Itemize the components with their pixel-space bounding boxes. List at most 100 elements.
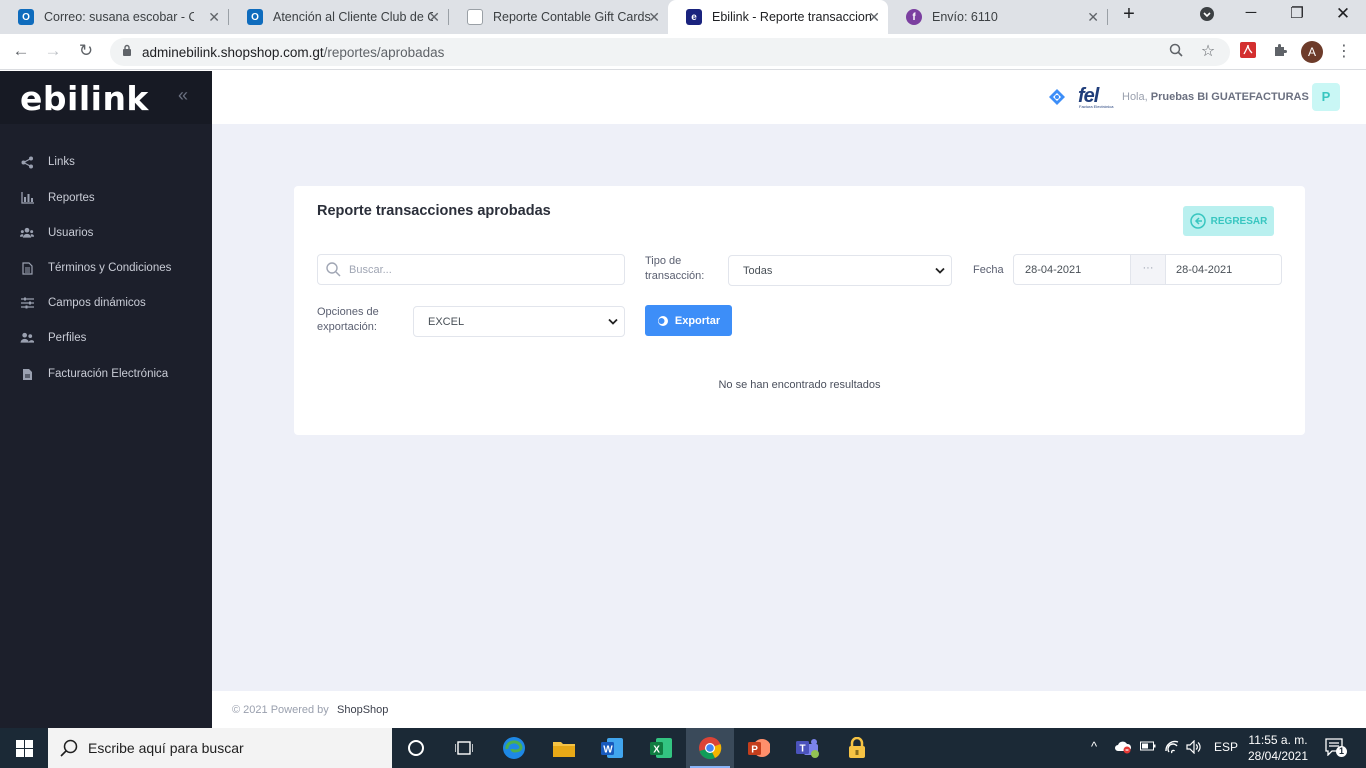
main-content: Reporte transacciones aprobadas REGRESAR… [212, 124, 1366, 691]
collapse-sidebar-icon[interactable]: « [178, 85, 188, 106]
browser-tab-ebilink[interactable]: e Ebilink - Reporte transacciones ✕ [668, 0, 888, 34]
chevron-down-icon [608, 318, 618, 325]
ebilink-logo[interactable]: ebilink [20, 79, 149, 118]
address-bar[interactable]: adminebilink.shopshop.com.gt/reportes/ap… [110, 38, 1230, 66]
ebilink-icon: e [686, 9, 702, 25]
volume-icon[interactable] [1186, 739, 1202, 757]
profile-avatar[interactable]: A [1301, 41, 1323, 63]
users-icon [20, 226, 34, 240]
word-icon[interactable]: W [588, 728, 636, 768]
user-group-icon [20, 331, 34, 345]
url-text: adminebilink.shopshop.com.gt/reportes/ap… [142, 45, 445, 60]
wifi-icon[interactable] [1164, 740, 1180, 757]
date-from-input[interactable]: 28-04-2021 [1014, 264, 1130, 276]
document-icon [467, 9, 483, 25]
browser-tab-envio[interactable]: f Envío: 6110 ✕ [888, 0, 1107, 34]
powerpoint-icon[interactable]: P [735, 728, 783, 768]
tab-title: Atención al Cliente Club de Compras [273, 10, 433, 24]
sidebar-item-reportes[interactable]: Reportes [0, 183, 212, 213]
window-close-icon[interactable]: ✕ [1328, 4, 1358, 24]
restore-icon[interactable]: ❐ [1282, 4, 1312, 22]
export-format-select[interactable]: EXCEL [413, 306, 625, 337]
chrome-icon[interactable] [686, 728, 734, 768]
search-input[interactable]: Buscar... [317, 254, 625, 285]
language-indicator[interactable]: ESP [1214, 740, 1238, 754]
excel-icon[interactable]: X [637, 728, 685, 768]
browser-tab-atencion-cliente[interactable]: O Atención al Cliente Club de Compras ✕ [229, 0, 448, 34]
bookmark-star-icon[interactable]: ☆ [1198, 42, 1218, 62]
battery-icon[interactable] [1140, 740, 1156, 755]
network-logo-icon [1048, 88, 1066, 111]
date-to-input[interactable]: 28-04-2021 [1166, 264, 1232, 276]
arrow-left-circle-icon [1189, 213, 1206, 229]
sidebar-item-label: Usuarios [48, 227, 94, 239]
windows-start-icon[interactable] [0, 728, 48, 768]
browser-tab-outlook-mail[interactable]: O Correo: susana escobar - Outlook ✕ [0, 0, 228, 34]
footer-brand-link[interactable]: ShopShop [337, 704, 388, 716]
minimize-icon[interactable]: ─ [1236, 4, 1266, 21]
new-tab-icon[interactable]: + [1114, 3, 1144, 26]
sidebar-item-perfiles[interactable]: Perfiles [0, 323, 212, 353]
lock-app-icon[interactable] [833, 728, 881, 768]
close-icon[interactable]: ✕ [648, 9, 660, 25]
tab-search-icon[interactable] [1192, 6, 1222, 26]
search-icon [326, 262, 341, 277]
taskbar-search-box[interactable]: Escribe aquí para buscar [48, 728, 392, 768]
app-footer: © 2021 Powered by ShopShop [212, 691, 1366, 728]
sidebar-item-label: Links [48, 156, 75, 168]
close-icon[interactable]: ✕ [868, 9, 880, 25]
reload-icon[interactable]: ↻ [75, 41, 97, 61]
sidebar-item-usuarios[interactable]: Usuarios [0, 218, 212, 248]
tab-title: Reporte Contable Gift Cards - Google [493, 10, 653, 24]
sidebar-item-label: Reportes [48, 192, 95, 204]
sidebar-item-links[interactable]: Links [0, 147, 212, 177]
sliders-icon [20, 296, 34, 310]
export-button[interactable]: Exportar [645, 305, 732, 336]
file-explorer-icon[interactable] [540, 728, 588, 768]
chevron-up-icon[interactable]: ^ [1091, 739, 1097, 754]
app-header: fel Factura Electrónica Hola, Pruebas BI… [212, 71, 1366, 124]
back-arrow-icon[interactable]: ← [10, 41, 32, 61]
sidebar-item-facturacion[interactable]: Facturación Electrónica [0, 359, 212, 389]
close-icon[interactable]: ✕ [1087, 9, 1099, 25]
forward-arrow-icon[interactable]: → [42, 41, 64, 61]
back-button[interactable]: REGRESAR [1183, 206, 1274, 236]
notifications-icon[interactable]: 1 [1325, 738, 1347, 759]
outlook-icon: O [18, 9, 34, 25]
sidebar-item-campos-dinamicos[interactable]: Campos dinámicos [0, 288, 212, 318]
close-icon[interactable]: ✕ [428, 9, 440, 25]
extensions-puzzle-icon[interactable] [1270, 42, 1290, 62]
date-range-separator: ··· [1130, 255, 1166, 284]
fel-logo: fel Factura Electrónica [1078, 85, 1114, 109]
user-avatar[interactable]: P [1312, 83, 1340, 111]
tipo-transaccion-label: Tipo de transacción: [645, 255, 705, 282]
edge-browser-icon[interactable] [490, 728, 538, 768]
onedrive-icon[interactable] [1114, 740, 1132, 757]
notification-count-badge: 1 [1336, 746, 1347, 757]
close-icon[interactable]: ✕ [208, 9, 220, 25]
teams-icon[interactable]: T [784, 728, 832, 768]
browser-menu-icon[interactable]: ⋮ [1334, 42, 1354, 62]
fecha-label: Fecha [973, 264, 1004, 276]
sidebar-item-label: Facturación Electrónica [48, 368, 169, 380]
clock[interactable]: 11:55 a. m. 28/04/2021 [1247, 732, 1309, 764]
search-icon [60, 739, 78, 757]
pdf-extension-icon[interactable] [1238, 42, 1258, 62]
zoom-icon[interactable] [1166, 42, 1186, 62]
sidebar: ebilink « Links Reportes Usuarios Términ… [0, 71, 212, 728]
task-view-icon[interactable] [440, 728, 488, 768]
report-card: Reporte transacciones aprobadas REGRESAR… [294, 186, 1305, 435]
tipo-transaccion-select[interactable]: Todas [728, 255, 952, 286]
empty-results-message: No se han encontrado resultados [718, 379, 881, 391]
svg-text:X: X [653, 745, 660, 756]
cortana-icon[interactable] [392, 728, 440, 768]
share-icon [20, 155, 34, 169]
browser-tab-reporte-contable[interactable]: Reporte Contable Gift Cards - Google ✕ [449, 0, 668, 34]
sidebar-item-label: Campos dinámicos [48, 297, 146, 309]
date-range-picker: 28-04-2021 ··· 28-04-2021 [1013, 254, 1282, 285]
bar-chart-icon [20, 191, 34, 205]
outlook-icon: O [247, 9, 263, 25]
invoice-icon [20, 367, 34, 381]
sidebar-item-terminos[interactable]: Términos y Condiciones [0, 253, 212, 283]
svg-text:T: T [800, 744, 806, 755]
